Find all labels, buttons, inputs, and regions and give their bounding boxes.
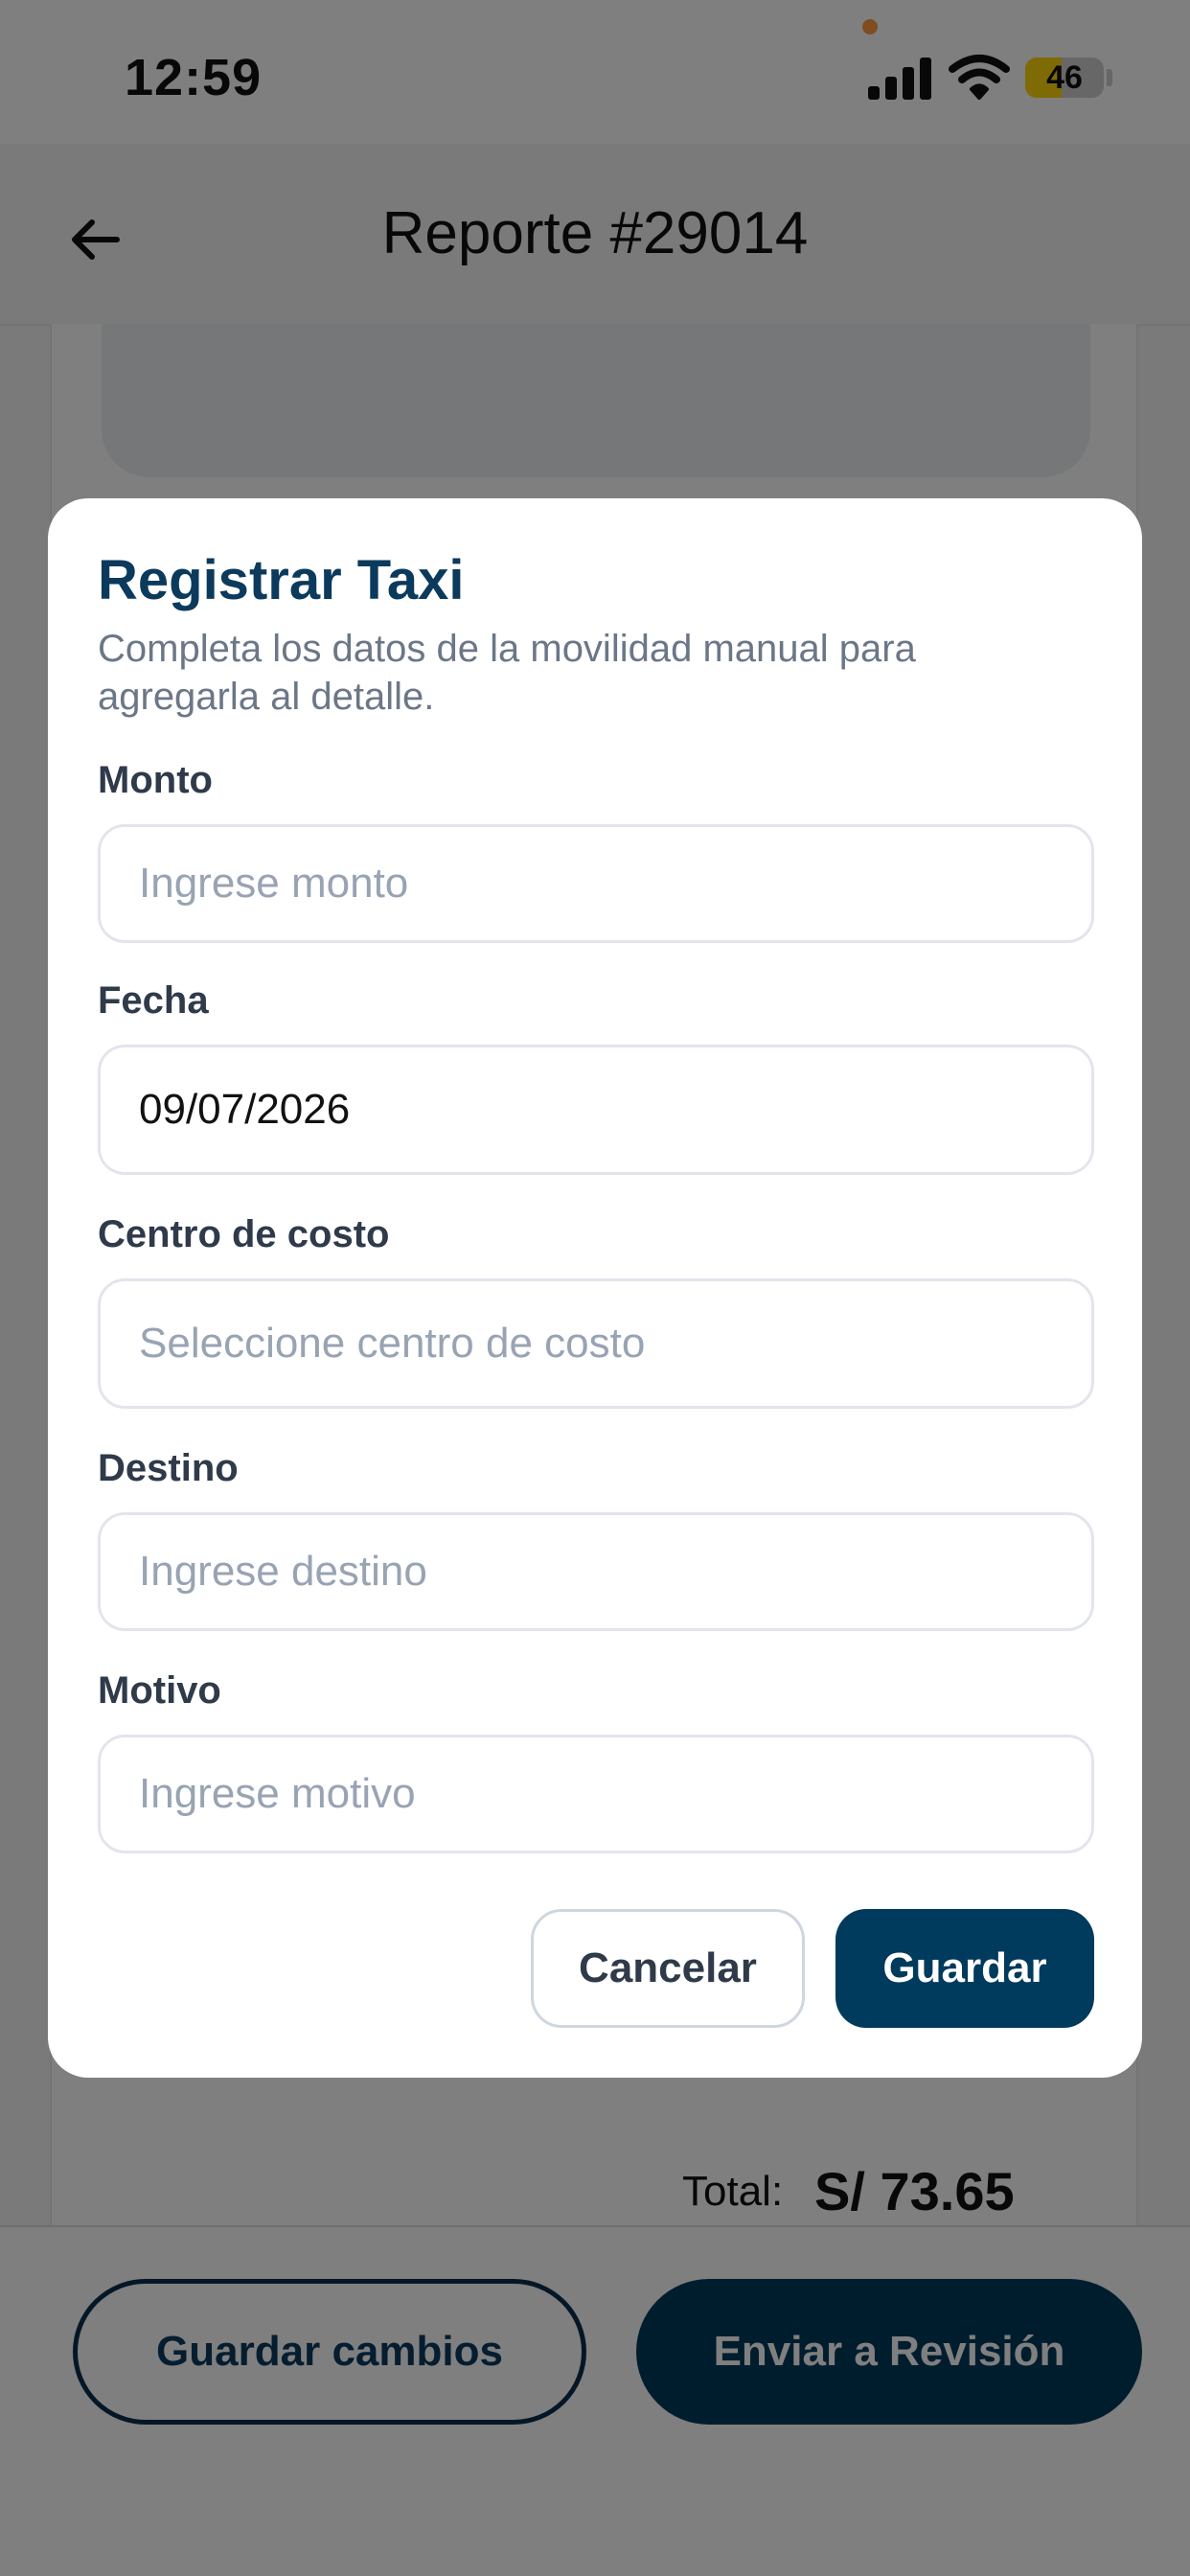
motivo-label: Motivo bbox=[98, 1669, 221, 1712]
centro-costo-select[interactable]: Seleccione centro de costo bbox=[98, 1278, 1094, 1409]
destino-input[interactable] bbox=[98, 1512, 1094, 1631]
fecha-label: Fecha bbox=[98, 979, 209, 1022]
modal-title: Registrar Taxi bbox=[98, 549, 465, 611]
modal-subtitle: Completa los datos de la movilidad manua… bbox=[98, 628, 916, 718]
centro-costo-placeholder: Seleccione centro de costo bbox=[139, 1320, 646, 1367]
cancel-button[interactable]: Cancelar bbox=[531, 1909, 805, 2028]
destino-label: Destino bbox=[98, 1447, 239, 1489]
fecha-value: 09/07/2026 bbox=[139, 1086, 351, 1133]
monto-input[interactable] bbox=[98, 824, 1094, 943]
centro-costo-label: Centro de costo bbox=[98, 1213, 390, 1255]
register-taxi-modal: Registrar Taxi Completa los datos de la … bbox=[48, 498, 1142, 2078]
motivo-input[interactable] bbox=[98, 1735, 1094, 1853]
monto-label: Monto bbox=[98, 759, 213, 801]
fecha-input[interactable]: 09/07/2026 bbox=[98, 1045, 1094, 1175]
save-button[interactable]: Guardar bbox=[835, 1909, 1094, 2028]
